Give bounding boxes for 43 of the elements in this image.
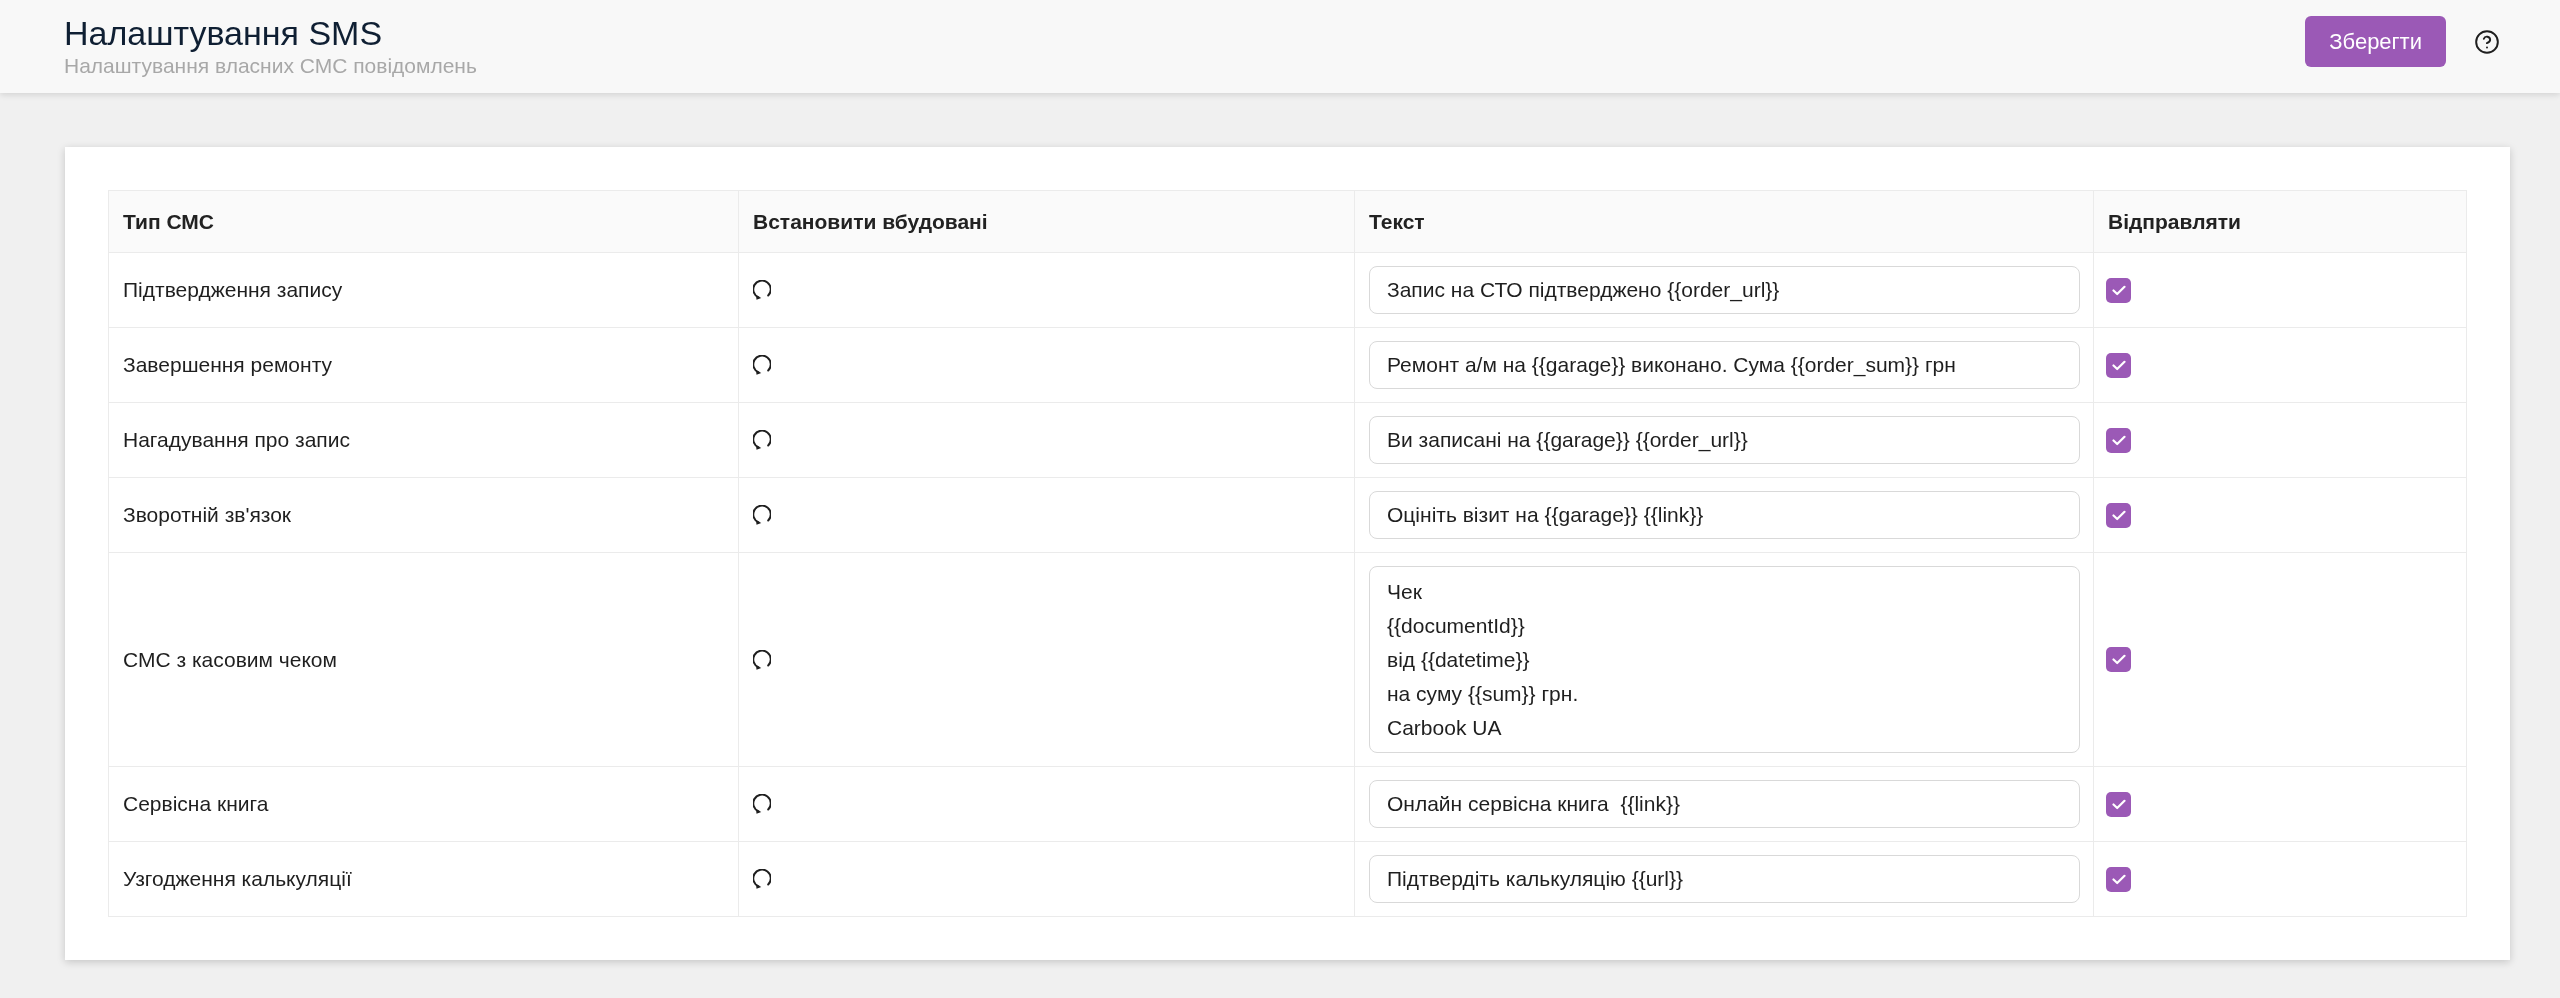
column-header: Текст: [1354, 190, 2094, 253]
refresh-icon[interactable]: [753, 869, 771, 889]
text-input[interactable]: Онлайн сервісна книга {{link}}: [1369, 780, 2080, 828]
refresh-icon[interactable]: [753, 649, 771, 670]
check-icon: [2111, 654, 2126, 665]
sms-type-label: СМС з касовим чеком: [123, 647, 337, 671]
refresh-icon[interactable]: [753, 505, 771, 525]
column-header: Відправляти: [2093, 190, 2467, 253]
refresh-icon[interactable]: [753, 280, 771, 300]
checkbox[interactable]: [2106, 791, 2131, 817]
checkbox[interactable]: [2106, 427, 2131, 453]
sms-type-label: Підтвердження запису: [123, 278, 343, 302]
checkbox[interactable]: [2106, 352, 2131, 378]
text-input[interactable]: Оцініть візит на {{garage}} {{link}}: [1369, 491, 2080, 539]
column-header: Тип СМС: [108, 190, 739, 253]
sms-type-label: Завершення ремонту: [123, 353, 332, 377]
help-icon[interactable]: [2474, 28, 2500, 55]
checkbox[interactable]: [2106, 647, 2131, 672]
sms-type-label: Нагадування про запис: [123, 428, 350, 452]
check-icon: [2111, 359, 2126, 371]
check-icon: [2111, 798, 2126, 810]
text-input[interactable]: Ви записані на {{garage}} {{order_url}}: [1369, 416, 2080, 464]
checkbox[interactable]: [2106, 277, 2131, 303]
text-input[interactable]: Ремонт а/м на {{garage}} виконано. Сума {{order_sum}} грн: [1369, 341, 2080, 389]
sms-type-label: Узгодження калькуляції: [123, 867, 352, 891]
checkbox[interactable]: [2106, 502, 2131, 528]
check-icon: [2111, 434, 2126, 446]
refresh-icon[interactable]: [753, 430, 771, 450]
text-area[interactable]: Чек {{documentId}} від {{datetime}} на суму {{sum}} грн. Carbook UA: [1369, 566, 2080, 753]
check-icon: [2111, 509, 2126, 521]
text-input[interactable]: Запис на СТО підтверджено {{order_url}}: [1369, 266, 2080, 314]
refresh-icon[interactable]: [753, 794, 771, 814]
check-icon: [2111, 873, 2126, 885]
column-header: Встановити вбудовані: [738, 190, 1355, 253]
text-input[interactable]: Підтвердіть калькуляцію {{url}}: [1369, 855, 2080, 903]
checkbox[interactable]: [2106, 866, 2131, 892]
refresh-icon[interactable]: [753, 355, 771, 375]
check-icon: [2111, 284, 2126, 296]
save-button[interactable]: Зберегти: [2305, 16, 2446, 67]
sms-type-label: Зворотній зв'язок: [123, 503, 292, 527]
sms-type-label: Сервісна книга: [123, 792, 269, 816]
page-title: Налаштування SMS: [64, 13, 384, 54]
page-subtitle: Налаштування власних СМС повідомлень: [64, 54, 477, 78]
